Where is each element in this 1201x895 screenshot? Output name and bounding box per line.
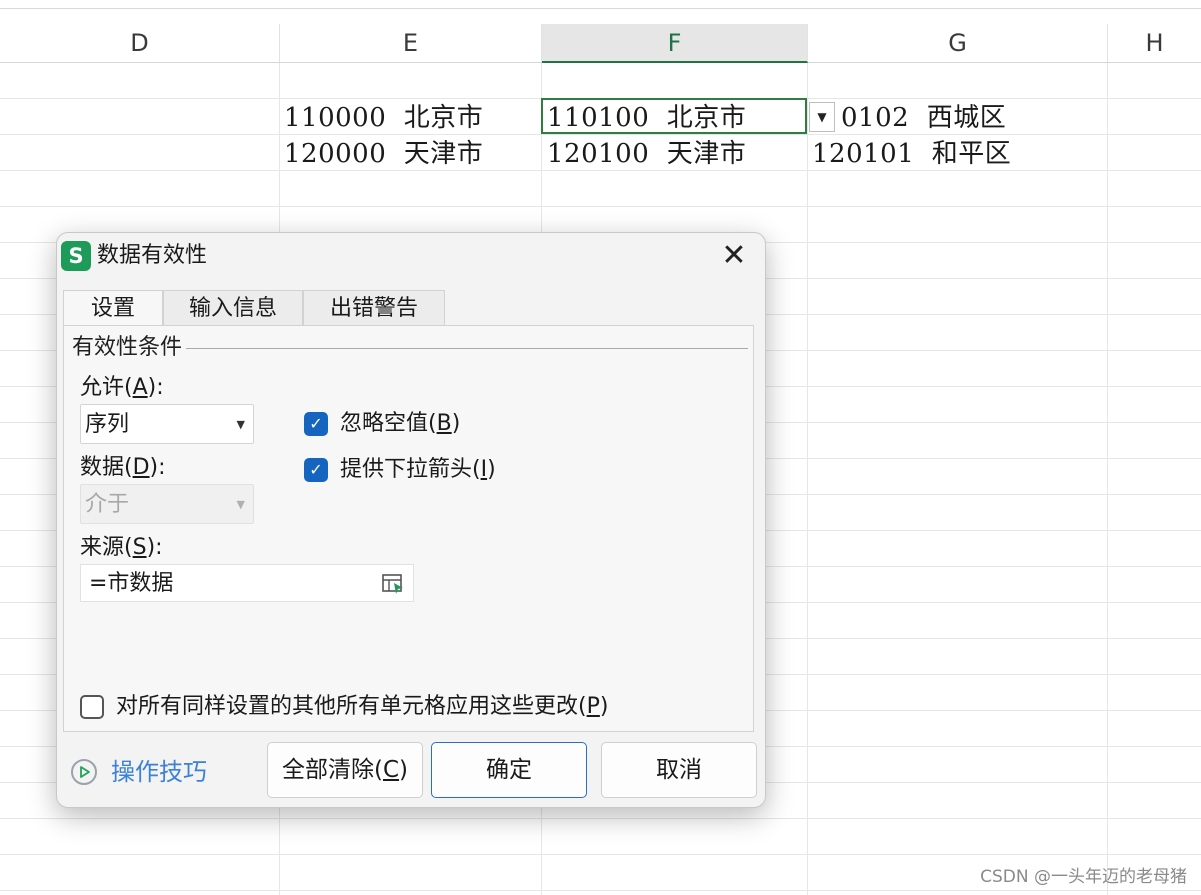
cell-g3[interactable]: 120101 和平区 — [812, 137, 1102, 171]
tab-settings[interactable]: 设置 — [63, 290, 163, 327]
data-label: 数据(D): — [80, 455, 166, 480]
source-input[interactable]: =市数据 — [80, 564, 414, 602]
column-header-g[interactable]: G — [808, 24, 1108, 62]
column-header-h[interactable]: H — [1108, 24, 1201, 62]
cell-g2[interactable]: 0102 西城区 — [841, 101, 1101, 135]
column-header-f[interactable]: F — [542, 24, 808, 63]
close-icon[interactable]: ✕ — [717, 239, 751, 273]
dialog-title: 数据有效性 — [97, 243, 208, 268]
selected-cell-border — [541, 98, 807, 134]
source-label: 来源(S): — [80, 535, 163, 560]
ok-button[interactable]: 确定 — [431, 742, 587, 798]
settings-panel: 有效性条件 允许(A): 序列 ▼ 数据(D): 介于 ▼ ✓ 忽略空值(B) … — [63, 325, 754, 732]
tab-error-alert[interactable]: 出错警告 — [303, 290, 445, 326]
dialog-titlebar[interactable]: S 数据有效性 ✕ — [57, 233, 765, 279]
data-select[interactable]: 介于 ▼ — [80, 484, 254, 524]
chevron-down-icon: ▼ — [236, 498, 245, 511]
cell-e3[interactable]: 120000 天津市 — [284, 137, 538, 171]
source-input-value: =市数据 — [89, 571, 174, 596]
clear-all-button[interactable]: 全部清除(C) — [267, 742, 423, 798]
ignore-blank-label[interactable]: 忽略空值(B) — [340, 410, 460, 438]
allow-select-value: 序列 — [85, 412, 130, 437]
apply-to-all-checkbox[interactable] — [80, 695, 104, 719]
cell-dropdown-button[interactable]: ▼ — [809, 102, 835, 132]
data-validation-dialog: S 数据有效性 ✕ 设置 输入信息 出错警告 有效性条件 允许(A): 序列 ▼… — [56, 232, 766, 808]
wps-spreadsheet-icon: S — [61, 241, 91, 271]
chevron-down-icon: ▼ — [236, 418, 245, 431]
tab-input-message[interactable]: 输入信息 — [163, 290, 303, 326]
cell-e2[interactable]: 110000 北京市 — [284, 101, 538, 135]
top-rule — [0, 8, 1201, 9]
validation-criteria-heading: 有效性条件 — [72, 334, 187, 362]
watermark: CSDN @一头年迈的老母猪 — [980, 867, 1187, 887]
allow-select[interactable]: 序列 ▼ — [80, 404, 254, 444]
play-circle-icon — [71, 759, 97, 785]
column-header-e[interactable]: E — [280, 24, 542, 62]
data-select-value: 介于 — [85, 492, 130, 517]
in-cell-dropdown-label[interactable]: 提供下拉箭头(I) — [340, 456, 496, 484]
column-header-row: D E F G H — [0, 24, 1201, 63]
range-select-icon[interactable] — [381, 572, 405, 596]
apply-to-all-label[interactable]: 对所有同样设置的其他所有单元格应用这些更改(P) — [116, 693, 608, 721]
allow-label: 允许(A): — [80, 375, 164, 400]
tips-label[interactable]: 操作技巧 — [111, 756, 207, 788]
column-header-d[interactable]: D — [0, 24, 280, 62]
in-cell-dropdown-checkbox[interactable]: ✓ — [304, 458, 328, 482]
ignore-blank-checkbox[interactable]: ✓ — [304, 412, 328, 436]
cell-f3[interactable]: 120100 天津市 — [547, 137, 803, 171]
cancel-button[interactable]: 取消 — [601, 742, 757, 798]
